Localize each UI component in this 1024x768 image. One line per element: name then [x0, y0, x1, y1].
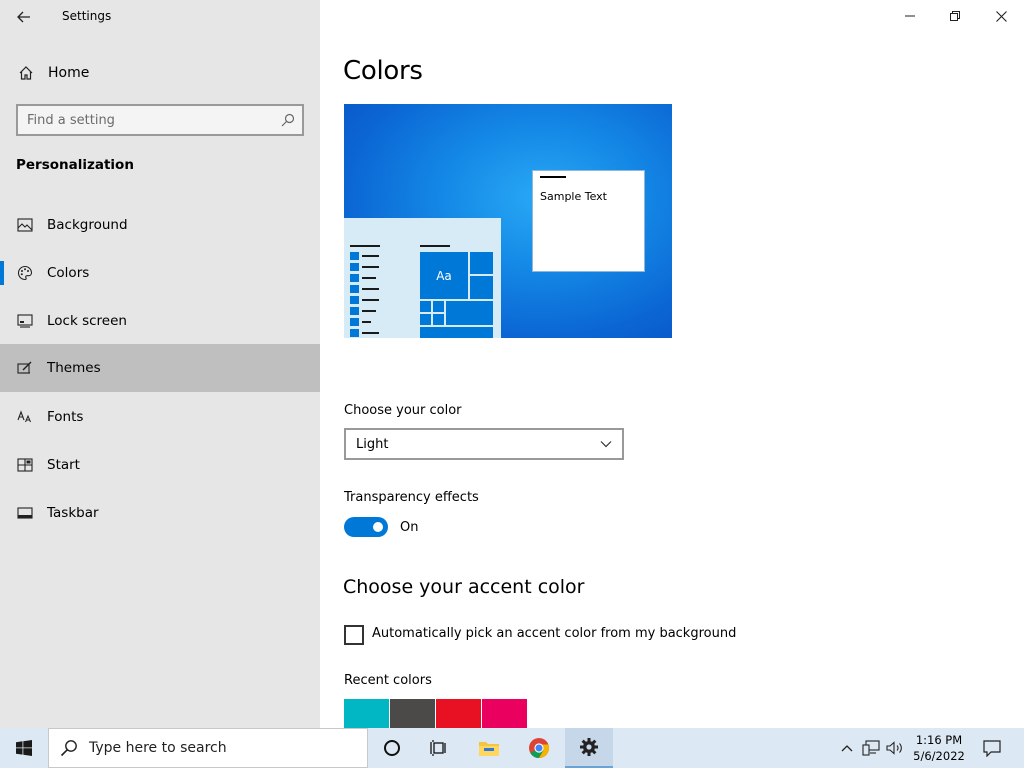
palette-icon: [0, 265, 47, 281]
taskbar: Type here to search 1:16 PM 5/6/2022: [0, 728, 1024, 768]
toggle-knob: [373, 522, 383, 532]
file-explorer-icon: [479, 742, 499, 756]
cortana-button[interactable]: [368, 728, 416, 768]
back-button[interactable]: [0, 0, 48, 33]
minimize-icon: [905, 15, 915, 17]
network-button[interactable]: [860, 728, 882, 768]
search-icon[interactable]: [274, 113, 302, 127]
sidebar-item-taskbar[interactable]: Taskbar: [0, 489, 320, 537]
preview-window: Sample Text: [532, 170, 645, 272]
choose-color-value: Light: [356, 436, 389, 452]
search-icon: [49, 739, 89, 757]
minimize-button[interactable]: [887, 0, 933, 32]
preview-sample-text: Sample Text: [540, 190, 607, 203]
selection-indicator: [0, 261, 4, 285]
sidebar-item-themes[interactable]: Themes: [0, 344, 320, 392]
home-label: Home: [48, 65, 90, 81]
start-button[interactable]: [0, 728, 48, 768]
sidebar-item-label: Taskbar: [47, 505, 99, 521]
settings-search-input[interactable]: [18, 106, 274, 134]
recent-color-swatch[interactable]: [344, 699, 389, 728]
clock-date: 5/6/2022: [913, 749, 965, 763]
sidebar-item-label: Colors: [47, 265, 90, 281]
preview-start-menu: Aa: [344, 218, 501, 338]
sidebar-item-home[interactable]: Home: [0, 56, 320, 90]
auto-accent-label[interactable]: Automatically pick an accent color from …: [372, 626, 736, 641]
task-view-icon: [430, 740, 446, 756]
preview-tile-label: Aa: [420, 252, 468, 299]
close-button[interactable]: [978, 0, 1024, 32]
taskbar-search-placeholder: Type here to search: [89, 740, 227, 756]
sidebar-item-background[interactable]: Background: [0, 201, 320, 249]
sidebar-item-colors[interactable]: Colors: [0, 249, 320, 297]
home-icon: [0, 65, 50, 81]
brush-icon: [0, 361, 47, 375]
chevron-down-icon: [600, 441, 612, 448]
sidebar-item-label: Fonts: [47, 409, 84, 425]
notification-icon: [983, 739, 1001, 757]
taskbar-search-box[interactable]: Type here to search: [48, 728, 368, 768]
settings-search-box[interactable]: [16, 104, 304, 136]
settings-icon: [580, 738, 598, 756]
sidebar: Settings Home Personalization Background…: [0, 0, 320, 728]
sidebar-item-fonts[interactable]: Fonts: [0, 393, 320, 441]
restore-button[interactable]: [932, 0, 978, 32]
choose-color-dropdown[interactable]: Light: [344, 428, 624, 460]
taskbar-icon: [0, 507, 47, 519]
windows-logo-icon: [16, 740, 32, 756]
transparency-label: Transparency effects: [344, 490, 479, 505]
chrome-button[interactable]: [515, 728, 563, 768]
sidebar-item-label: Start: [47, 457, 80, 473]
system-clock[interactable]: 1:16 PM 5/6/2022: [906, 732, 972, 764]
page-title: Colors: [343, 56, 423, 86]
auto-accent-checkbox[interactable]: [344, 625, 364, 645]
start-tiles-icon: [0, 458, 47, 472]
sidebar-item-label: Background: [47, 217, 128, 233]
accent-color-heading: Choose your accent color: [343, 576, 585, 598]
network-icon: [862, 740, 880, 756]
lock-screen-icon: [0, 314, 47, 328]
volume-button[interactable]: [884, 728, 906, 768]
transparency-toggle[interactable]: [344, 517, 388, 537]
settings-taskbar-button[interactable]: [565, 728, 613, 768]
recent-color-swatch[interactable]: [482, 699, 527, 728]
section-title: Personalization: [16, 157, 134, 173]
preview-window-titlebar: [540, 176, 566, 178]
restore-icon: [950, 11, 960, 21]
transparency-state: On: [400, 520, 419, 535]
file-explorer-button[interactable]: [465, 728, 513, 768]
recent-color-swatch[interactable]: [436, 699, 481, 728]
back-arrow-icon: [17, 11, 30, 22]
sidebar-item-start[interactable]: Start: [0, 441, 320, 489]
chrome-icon: [529, 738, 550, 759]
clock-time: 1:16 PM: [915, 733, 963, 747]
close-icon: [995, 10, 1007, 22]
sidebar-item-label: Themes: [47, 360, 101, 376]
font-icon: [0, 410, 47, 424]
cortana-icon: [384, 740, 400, 756]
app-title: Settings: [62, 9, 112, 23]
show-hidden-icons-button[interactable]: [838, 728, 856, 768]
speaker-icon: [886, 741, 902, 755]
recent-colors-label: Recent colors: [344, 673, 432, 688]
sidebar-item-label: Lock screen: [47, 313, 127, 329]
theme-preview: Sample Text Aa: [344, 104, 672, 338]
chevron-up-icon: [841, 745, 853, 752]
recent-color-swatch[interactable]: [390, 699, 435, 728]
choose-color-label: Choose your color: [344, 403, 462, 418]
picture-icon: [0, 218, 47, 232]
action-center-button[interactable]: [978, 728, 1006, 768]
task-view-button[interactable]: [416, 728, 464, 768]
sidebar-item-lock-screen[interactable]: Lock screen: [0, 297, 320, 345]
